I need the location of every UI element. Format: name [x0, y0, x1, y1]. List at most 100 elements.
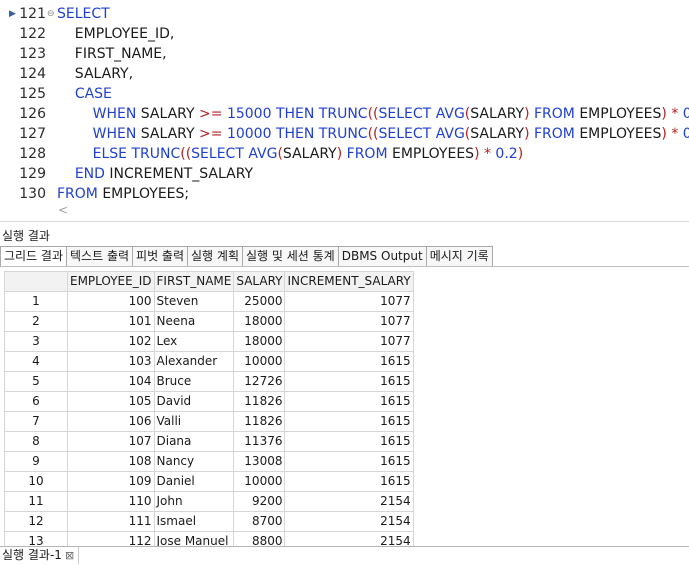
salary-cell[interactable]: 13008 — [233, 451, 286, 472]
table-row[interactable]: 3 102 Lex 18000 1077 — [4, 331, 414, 352]
row-number-cell[interactable]: 4 — [4, 351, 68, 372]
salary-cell[interactable]: 8700 — [233, 511, 286, 532]
salary-cell[interactable]: 12726 — [233, 371, 286, 392]
tab-execution-plan[interactable]: 실행 계획 — [188, 246, 243, 267]
first-name-cell[interactable]: Daniel — [153, 471, 235, 492]
close-icon[interactable]: ⊠ — [65, 549, 74, 562]
employee-id-cell[interactable]: 103 — [67, 351, 155, 372]
salary-cell[interactable]: 18000 — [233, 331, 286, 352]
increment-salary-cell[interactable]: 1077 — [284, 311, 414, 332]
table-row[interactable]: 7 106 Valli 11826 1615 — [4, 411, 414, 432]
increment-salary-cell[interactable]: 1077 — [284, 331, 414, 352]
increment-salary-cell[interactable]: 2154 — [284, 491, 414, 512]
row-number-cell[interactable]: 11 — [4, 491, 68, 512]
tab-message-log[interactable]: 메시지 기록 — [426, 246, 493, 267]
table-row[interactable]: 4 103 Alexander 10000 1615 — [4, 351, 414, 372]
table-row[interactable]: 8 107 Diana 11376 1615 — [4, 431, 414, 452]
employee-id-cell[interactable]: 102 — [67, 331, 155, 352]
table-row[interactable]: 9 108 Nancy 13008 1615 — [4, 451, 414, 472]
increment-salary-cell[interactable]: 1615 — [284, 391, 414, 412]
increment-salary-cell[interactable]: 1615 — [284, 431, 414, 452]
row-number-cell[interactable]: 3 — [4, 331, 68, 352]
fold-toggle-icon[interactable]: ⊖ — [47, 4, 55, 24]
employee-id-cell[interactable]: 110 — [67, 491, 155, 512]
employee-id-cell[interactable]: 100 — [67, 291, 155, 312]
tab-grid-result[interactable]: 그리드 결과 — [0, 246, 68, 267]
table-row[interactable]: 12 111 Ismael 8700 2154 — [4, 511, 414, 532]
row-number-cell[interactable]: 6 — [4, 391, 68, 412]
code-token: END — [74, 166, 105, 182]
salary-cell[interactable]: 10000 — [233, 351, 286, 372]
code-token: FROM — [57, 186, 98, 202]
increment-salary-cell[interactable]: 1615 — [284, 471, 414, 492]
table-row[interactable]: 6 105 David 11826 1615 — [4, 391, 414, 412]
first-name-cell[interactable]: Ismael — [153, 511, 235, 532]
salary-cell[interactable]: 11376 — [233, 431, 286, 452]
table-row[interactable]: 1 100 Steven 25000 1077 — [4, 291, 414, 312]
row-number-cell[interactable]: 8 — [4, 431, 68, 452]
row-number-cell[interactable]: 12 — [4, 511, 68, 532]
first-name-cell[interactable]: Alexander — [153, 351, 235, 372]
increment-salary-cell[interactable]: 1615 — [284, 351, 414, 372]
first-name-cell[interactable]: Bruce — [153, 371, 235, 392]
salary-cell[interactable]: 9200 — [233, 491, 286, 512]
editor-divider — [0, 221, 689, 222]
sql-editor[interactable]: ▶ ⊖ 121 SELECT 122 EMPLOYEE_ID, 123 FIRST_NAM… — [0, 0, 689, 222]
scroll-left-indicator[interactable]: < — [58, 202, 78, 218]
employee-id-cell[interactable]: 101 — [67, 311, 155, 332]
employee-id-cell[interactable]: 107 — [67, 431, 155, 452]
row-number-cell[interactable]: 1 — [4, 291, 68, 312]
result-tabs: 그리드 결과 텍스트 출력 피벗 출력 실행 계획 실행 및 세션 통계 DBM… — [0, 246, 493, 267]
increment-salary-cell[interactable]: 1615 — [284, 371, 414, 392]
code-text: CASE — [57, 84, 112, 104]
tab-session-stats[interactable]: 실행 및 세션 통계 — [243, 246, 339, 267]
code-text: SALARY, — [57, 64, 133, 84]
employee-id-cell[interactable]: 111 — [67, 511, 155, 532]
first-name-cell[interactable]: Nancy — [153, 451, 235, 472]
table-row[interactable]: 2 101 Neena 18000 1077 — [4, 311, 414, 332]
employee-id-cell[interactable]: 109 — [67, 471, 155, 492]
table-row[interactable]: 11 110 John 9200 2154 — [4, 491, 414, 512]
code-token: 10000 — [222, 126, 276, 142]
salary-cell[interactable]: 25000 — [233, 291, 286, 312]
salary-cell[interactable]: 10000 — [233, 471, 286, 492]
column-header-increment-salary[interactable]: INCREMENT_SALARY — [284, 271, 414, 292]
first-name-cell[interactable]: David — [153, 391, 235, 412]
first-name-cell[interactable]: Lex — [153, 331, 235, 352]
row-number-cell[interactable]: 7 — [4, 411, 68, 432]
row-number-cell[interactable]: 9 — [4, 451, 68, 472]
employee-id-cell[interactable]: 108 — [67, 451, 155, 472]
grid-corner-cell[interactable] — [4, 271, 68, 292]
increment-salary-cell[interactable]: 1615 — [284, 451, 414, 472]
column-header-salary[interactable]: SALARY — [233, 271, 286, 292]
row-number-cell[interactable]: 10 — [4, 471, 68, 492]
first-name-cell[interactable]: Valli — [153, 411, 235, 432]
salary-cell[interactable]: 18000 — [233, 311, 286, 332]
row-number-cell[interactable]: 2 — [4, 311, 68, 332]
table-row[interactable]: 5 104 Bruce 12726 1615 — [4, 371, 414, 392]
employee-id-cell[interactable]: 106 — [67, 411, 155, 432]
first-name-cell[interactable]: Steven — [153, 291, 235, 312]
tab-pivot-output[interactable]: 피벗 출력 — [133, 246, 189, 267]
result-1-tab[interactable]: 실행 결과-1 ⊠ — [2, 547, 80, 564]
grid-header-row: EMPLOYEE_ID FIRST_NAME SALARY INCREMENT_… — [4, 271, 414, 292]
result-grid[interactable]: EMPLOYEE_ID FIRST_NAME SALARY INCREMENT_… — [4, 271, 414, 552]
column-header-first-name[interactable]: FIRST_NAME — [153, 271, 235, 292]
first-name-cell[interactable]: John — [153, 491, 235, 512]
tab-text-output[interactable]: 텍스트 출력 — [67, 246, 134, 267]
increment-salary-cell[interactable]: 2154 — [284, 511, 414, 532]
salary-cell[interactable]: 11826 — [233, 391, 286, 412]
tab-dbms-output[interactable]: DBMS Output — [338, 246, 427, 267]
table-row[interactable]: 10 109 Daniel 10000 1615 — [4, 471, 414, 492]
employee-id-cell[interactable]: 105 — [67, 391, 155, 412]
salary-cell[interactable]: 11826 — [233, 411, 286, 432]
increment-salary-cell[interactable]: 1077 — [284, 291, 414, 312]
column-header-employee-id[interactable]: EMPLOYEE_ID — [67, 271, 155, 292]
row-number-cell[interactable]: 5 — [4, 371, 68, 392]
code-token: 15000 — [222, 106, 276, 122]
first-name-cell[interactable]: Neena — [153, 311, 235, 332]
first-name-cell[interactable]: Diana — [153, 431, 235, 452]
employee-id-cell[interactable]: 104 — [67, 371, 155, 392]
increment-salary-cell[interactable]: 1615 — [284, 411, 414, 432]
